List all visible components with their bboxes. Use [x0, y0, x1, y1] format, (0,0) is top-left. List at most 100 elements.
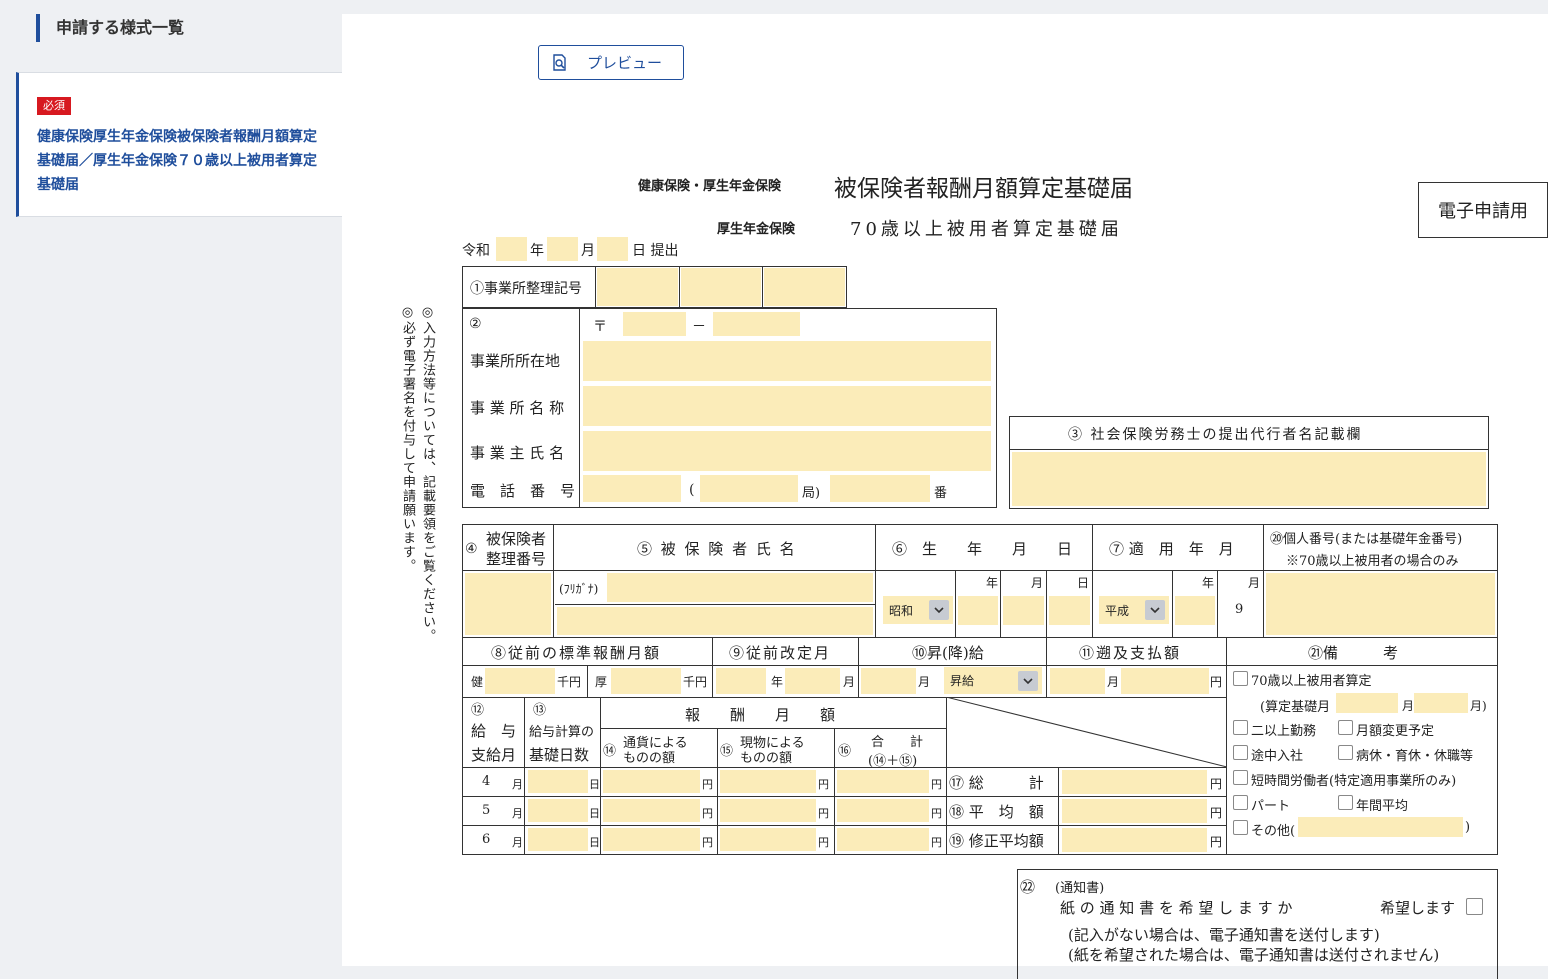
phone-area-input[interactable]: [583, 475, 681, 502]
calc-month-mid: 月: [1402, 699, 1415, 713]
notice-title: (通知書): [1055, 881, 1105, 896]
sidebar-item-label[interactable]: 健康保険厚生年金保険被保険者報酬月額算定基礎届／厚生年金保険７０歳以上被用者算定…: [37, 125, 327, 197]
office-name-input[interactable]: [583, 386, 991, 426]
base-days-input[interactable]: [528, 770, 588, 793]
base-days-input[interactable]: [528, 799, 588, 822]
chevron-down-icon: [929, 600, 949, 620]
short-time-label: 短時間労働者(特定適用事業所のみ): [1251, 774, 1457, 789]
average-yen: 円: [1210, 806, 1223, 820]
in-kind-amount-input[interactable]: [720, 828, 816, 851]
insured-number-input[interactable]: [465, 573, 551, 635]
annual-avg-label: 年間平均: [1356, 799, 1409, 814]
apply-era-select[interactable]: 平成: [1099, 596, 1169, 624]
office-name-label: 事 業 所 名 称: [470, 399, 565, 417]
preview-button[interactable]: プレビュー: [538, 45, 684, 80]
other-input[interactable]: [1298, 817, 1463, 837]
sum-amount-input[interactable]: [837, 828, 929, 851]
apply-month-value: 9: [1235, 602, 1244, 617]
senyen-label-1: 千円: [557, 675, 582, 689]
sum-yen: 円: [931, 836, 942, 849]
annual-avg-checkbox[interactable]: [1338, 795, 1353, 810]
office-code-input-2[interactable]: [681, 268, 761, 306]
col11-label: ⑪遡及支払額: [1079, 644, 1182, 662]
raise-month-input[interactable]: [861, 668, 916, 694]
currency-amount-input[interactable]: [603, 799, 700, 822]
birth-day-input[interactable]: [1049, 596, 1090, 625]
sum-amount-input[interactable]: [837, 770, 929, 793]
postal-code-2[interactable]: [713, 312, 800, 336]
sidebar-item-form[interactable]: 必須 健康保険厚生年金保険被保険者報酬月額算定基礎届／厚生年金保険７０歳以上被用…: [16, 72, 342, 217]
in-kind-amount-input[interactable]: [720, 799, 816, 822]
other-checkbox[interactable]: [1233, 820, 1248, 835]
age70-checkbox[interactable]: [1233, 671, 1248, 686]
col12-label-1: 給 与: [471, 722, 517, 740]
birth-month-input[interactable]: [1003, 596, 1044, 625]
sidebar-title: 申請する様式一覧: [36, 14, 184, 42]
office-code-input-3[interactable]: [764, 268, 845, 306]
col15-label-2: ものの額: [740, 751, 793, 766]
kou-label: 厚: [595, 675, 608, 689]
preview-icon: [553, 53, 566, 71]
retro-month-input[interactable]: [1050, 668, 1105, 694]
in-kind-amount-input[interactable]: [720, 770, 816, 793]
retro-amount-input[interactable]: [1121, 668, 1209, 694]
agent-input[interactable]: [1012, 452, 1486, 506]
leave-checkbox[interactable]: [1338, 745, 1353, 760]
col4-label-2: 整理番号: [486, 550, 547, 568]
col10-label: ⑩昇(降)給: [912, 644, 984, 662]
prev-health-input[interactable]: [485, 668, 555, 694]
prev-revision-year-input[interactable]: [716, 668, 766, 694]
retro-yen-label: 円: [1210, 675, 1223, 689]
currency-amount-input[interactable]: [603, 770, 700, 793]
owner-name-input[interactable]: [583, 431, 991, 471]
insured-name-input[interactable]: [557, 607, 873, 635]
circle-2: ②: [469, 316, 482, 332]
furigana-input[interactable]: [607, 573, 873, 602]
birth-era-select[interactable]: 昭和: [883, 596, 953, 624]
office-address-input[interactable]: [583, 341, 991, 381]
multi-work-checkbox[interactable]: [1233, 720, 1248, 735]
calc-month-input-1[interactable]: [1336, 693, 1398, 713]
mid-join-checkbox[interactable]: [1233, 745, 1248, 760]
postal-code-1[interactable]: [623, 312, 686, 336]
base-days-input[interactable]: [528, 828, 588, 851]
prev-pension-input[interactable]: [611, 668, 681, 694]
corrected-average-input[interactable]: [1062, 828, 1207, 852]
chevron-down-icon: [1145, 600, 1165, 620]
leave-label: 病休・育休・休職等: [1356, 749, 1474, 764]
phone-exchange-input[interactable]: [700, 475, 798, 502]
raise-type-select[interactable]: 昇給: [944, 667, 1042, 694]
days-suffix: 日: [589, 807, 600, 820]
notice-question: 紙 の 通 知 書 を 希 望 し ま す か: [1060, 899, 1293, 917]
submit-year-input[interactable]: [496, 237, 527, 261]
short-time-checkbox[interactable]: [1233, 770, 1248, 785]
submit-day-input[interactable]: [597, 237, 628, 261]
birth-year-input[interactable]: [958, 596, 998, 625]
notice-want-checkbox[interactable]: [1466, 898, 1483, 915]
col16-num: ⑯: [838, 744, 852, 759]
office-code-input-1[interactable]: [597, 268, 678, 306]
average-input[interactable]: [1062, 799, 1207, 823]
submit-month-input[interactable]: [547, 237, 578, 261]
part-checkbox[interactable]: [1233, 795, 1248, 810]
col12-label-2: 支給月: [471, 746, 517, 764]
e-filing-badge: 電子申請用: [1418, 182, 1548, 238]
apply-year-input[interactable]: [1175, 596, 1215, 625]
sum-amount-input[interactable]: [837, 799, 929, 822]
prev-revision-month-input[interactable]: [785, 668, 840, 694]
required-badge: 必須: [37, 97, 71, 115]
notice-note-1: (記入がない場合は、電子通知書を送付します): [1068, 926, 1380, 944]
monthly-change-checkbox[interactable]: [1338, 720, 1353, 735]
currency-amount-input[interactable]: [603, 828, 700, 851]
personal-number-input[interactable]: [1266, 573, 1495, 635]
col5-label: ⑤ 被 保 険 者 氏 名: [637, 540, 797, 558]
col4-num: ④: [465, 541, 478, 557]
calc-month-input-2[interactable]: [1414, 693, 1468, 713]
apply-era-value: 平成: [1105, 603, 1130, 618]
phone-number-input[interactable]: [830, 475, 930, 502]
col13-label-2: 基礎日数: [529, 746, 590, 764]
total-input[interactable]: [1062, 770, 1207, 794]
col19-label: ⑲ 修正平均額: [949, 832, 1044, 850]
month-label: 月: [581, 243, 595, 259]
furigana-label: (ﾌﾘｶﾞﾅ): [559, 582, 599, 596]
